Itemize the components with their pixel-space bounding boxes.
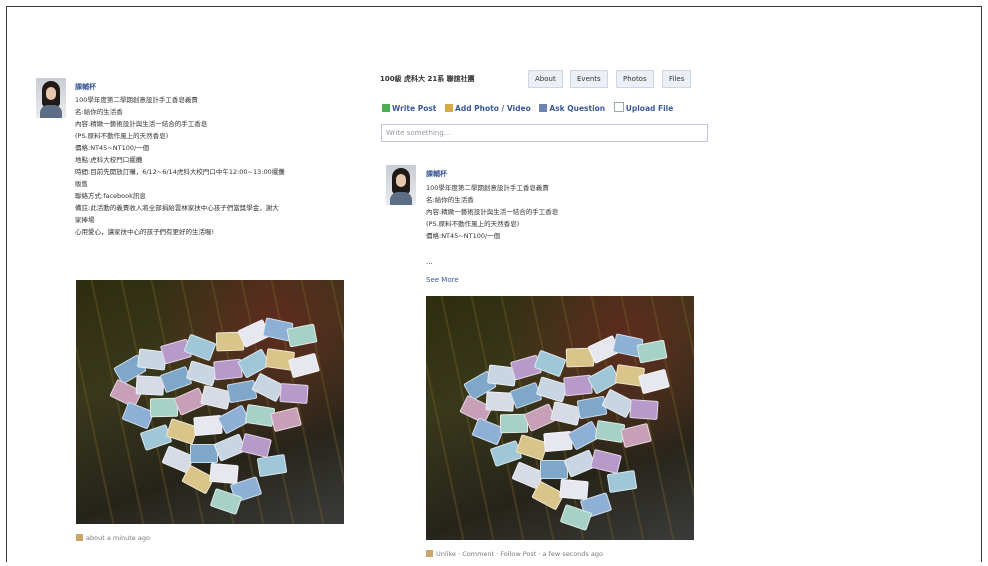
post-line: 內容:精緻一藝術設計與生活一結合的手工香皂 [426,208,559,216]
post-line: 販售 [75,180,88,188]
write-post-button[interactable]: Write Post [382,104,436,113]
post-ellipsis: ... [426,258,433,266]
post-line: (PS.原料不動作風上的天然香皂) [426,220,520,228]
post-line: 內容:精緻一藝術設計與生活一結合的手工香皂 [75,120,208,128]
see-more-link[interactable]: See More [426,276,459,284]
post-line: 名:給你的生活香 [75,108,123,116]
write-post-icon [382,104,390,112]
ask-question-button[interactable]: Ask Question [539,104,605,113]
post-line: 100學年度第二學期創意設計手工香皂義賣 [426,184,549,192]
soap-box [279,383,309,404]
post-line: 地點:虎科大校門口擺攤 [75,156,143,164]
wood-grain [86,280,148,524]
file-icon [613,102,624,112]
left-post-author[interactable]: 課輔杯 [75,82,96,92]
group-post-avatar[interactable] [386,165,416,205]
post-type-icon [76,534,83,541]
upload-file-button[interactable]: Upload File [613,102,673,113]
wood-grain [76,280,118,524]
post-line: 家捧場 [75,216,95,224]
group-post-text: 100學年度第二學期創意設計手工香皂義賣 名:給你的生活香 內容:精緻一藝術設計… [426,182,558,242]
post-line: (PS.原料不動作風上的天然香皂) [75,132,169,140]
composer-actions: Write Post Add Photo / Video Ask Questio… [382,102,679,113]
soap-box [240,432,272,459]
soap-box [629,399,659,420]
soap-box [209,462,239,485]
left-post-footer: about a minute ago [76,534,150,542]
wood-grain [426,296,468,540]
post-line: 價格:NT45~NT100/一個 [426,232,501,240]
post-line: 備註:此活動的義賣收入將全部捐給雲林家扶中心孩子們當獎學金，謝大 [75,204,279,212]
left-post-photo[interactable] [76,280,344,524]
wood-grain [326,280,344,524]
post-line: 價格:NT45~NT100/一個 [75,144,150,152]
wood-grain [436,296,498,540]
left-post-text: 100學年度第二學期創意設計手工香皂義賣 名:給你的生活香 內容:精緻一藝術設計… [75,94,285,238]
soap-box [286,323,318,348]
group-post-author[interactable]: 課輔杯 [426,169,447,179]
add-photo-button[interactable]: Add Photo / Video [445,104,531,113]
tab-events[interactable]: Events [570,70,608,88]
tab-files[interactable]: Files [662,70,692,88]
composer-input[interactable]: Write something... [381,124,708,142]
question-icon [539,104,548,112]
wood-grain [676,296,694,540]
soap-box [559,478,589,501]
tab-photos[interactable]: Photos [616,70,654,88]
post-line: 時間:目前先開放訂購，6/12~6/14虎科大校門口中午12:00~13:00擺… [75,168,285,176]
post-line: 聯絡方式:facebook訊息 [75,192,146,200]
group-post-photo[interactable] [426,296,694,540]
group-tabs: About Events Photos Files [378,70,708,88]
left-post-timestamp[interactable]: about a minute ago [86,534,150,542]
group-post-actions[interactable]: Unlike · Comment · Follow Post · a few s… [436,550,603,558]
soap-box [226,379,258,404]
group-post-footer: Unlike · Comment · Follow Post · a few s… [426,550,603,558]
post-type-icon [426,550,433,557]
photo-icon [445,104,454,112]
post-line: 心用愛心，讓家扶中心的孩子們有更好的生活喔! [75,228,215,236]
tab-about[interactable]: About [528,70,563,88]
soap-box [576,395,608,420]
soap-box [636,339,668,364]
left-post-avatar[interactable] [36,78,66,118]
soap-box [590,448,622,475]
post-line: 100學年度第二學期創意設計手工香皂義賣 [75,96,198,104]
post-line: 名:給你的生活香 [426,196,474,204]
